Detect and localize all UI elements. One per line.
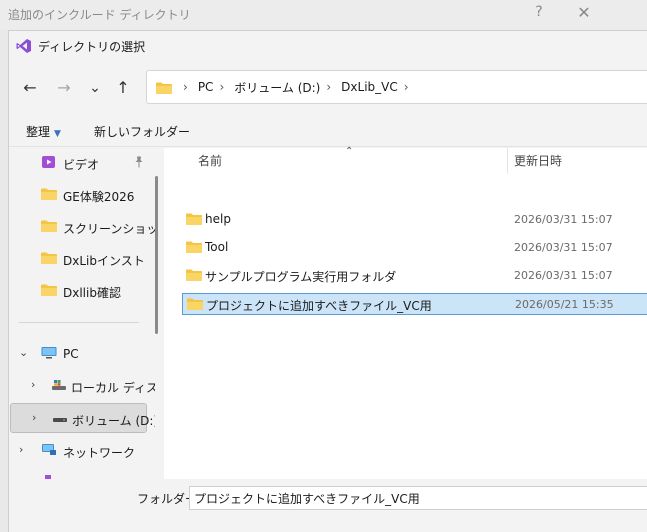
chevron-down-icon[interactable]: ⌄: [19, 346, 28, 359]
nav-item-label: ローカル ディスク: [71, 381, 155, 395]
folder-icon: [41, 220, 57, 232]
folder-icon: [186, 213, 202, 225]
help-button[interactable]: ?: [530, 4, 548, 22]
nav-item-pc[interactable]: ⌄ PC: [9, 339, 155, 369]
nav-item-label: Dxllib確認: [63, 286, 121, 300]
nav-divider: [19, 322, 139, 323]
column-separator[interactable]: [507, 148, 508, 174]
dialog-footer: フォルダー:: [9, 479, 647, 532]
breadcrumb-pc[interactable]: PC: [198, 80, 214, 94]
video-icon: [42, 156, 55, 168]
new-folder-button[interactable]: 新しいフォルダー: [94, 123, 190, 140]
breadcrumb-volume-d[interactable]: ボリューム (D:): [234, 79, 320, 96]
nav-item-label: GE体験2026: [63, 190, 135, 204]
file-row[interactable]: Tool 2026/03/31 15:07: [182, 237, 647, 259]
file-name: プロジェクトに追加すべきファイル_VC用: [206, 299, 432, 313]
forward-button[interactable]: →: [52, 76, 76, 100]
column-name[interactable]: 名前: [198, 152, 222, 169]
navigation-row: ← → ⌄ ↑ › PC › ボリューム (D:) › DxLib_VC ›: [9, 68, 647, 108]
nav-item-dxlib-install[interactable]: DxLibインスト: [9, 244, 155, 274]
nav-item-dxllib-check[interactable]: Dxllib確認: [9, 276, 155, 306]
dialog-title: ディレクトリの選択: [38, 40, 146, 54]
directory-select-dialog: ディレクトリの選択 ← → ⌄ ↑ › PC › ボリューム (D:) › Dx…: [8, 30, 647, 532]
file-date: 2026/03/31 15:07: [514, 241, 613, 254]
pc-icon: [41, 347, 57, 359]
navigation-pane: ビデオ GE体験2026 スクリーンショット DxLibインスト Dxllib確…: [9, 148, 155, 479]
file-name: Tool: [205, 240, 229, 254]
nav-item-label: ネットワーク: [63, 446, 136, 460]
pin-icon: [135, 156, 143, 168]
breadcrumb: › PC › ボリューム (D:) › DxLib_VC ›: [177, 71, 419, 103]
drive-icon: [53, 418, 67, 422]
network-icon: [42, 444, 56, 455]
file-row[interactable]: help 2026/03/31 15:07: [182, 209, 647, 231]
file-list: ⌃ 名前 更新日時 help 2026/03/31 15:07 Tool 202…: [164, 146, 647, 479]
folder-icon: [186, 241, 202, 253]
file-date: 2026/03/31 15:07: [514, 213, 613, 226]
nav-item-label: ボリューム (D:): [72, 414, 155, 428]
column-date-modified[interactable]: 更新日時: [514, 152, 562, 169]
file-date: 2026/03/31 15:07: [514, 269, 613, 282]
nav-pane-scrollbar[interactable]: [155, 176, 158, 334]
chevron-right-icon[interactable]: ›: [32, 411, 36, 424]
breadcrumb-separator: ›: [326, 80, 332, 94]
dialog-titlebar: ディレクトリの選択: [9, 31, 647, 61]
organize-button[interactable]: 整理 ▼: [26, 123, 61, 140]
address-bar[interactable]: › PC › ボリューム (D:) › DxLib_VC ›: [146, 70, 647, 104]
file-row[interactable]: サンプルプログラム実行用フォルダ 2026/03/31 15:07: [182, 265, 647, 287]
nav-item-ge2026[interactable]: GE体験2026: [9, 180, 155, 210]
nav-item-label: DxLibインスト: [63, 254, 145, 268]
back-button[interactable]: ←: [18, 76, 42, 100]
nav-item-local-disk[interactable]: › ローカル ディスク: [9, 371, 155, 401]
folder-icon: [186, 269, 202, 281]
recent-locations-button[interactable]: ⌄: [83, 76, 107, 100]
nav-item-label: PC: [63, 347, 79, 361]
folder-icon: [41, 188, 57, 200]
background-dialog-title: 追加のインクルード ディレクトリ: [8, 8, 191, 22]
folder-icon: [41, 284, 57, 296]
column-header: ⌃ 名前 更新日時: [164, 146, 647, 174]
organize-label: 整理: [26, 125, 51, 139]
nav-item-label: スクリーンショット: [63, 222, 155, 236]
folder-icon: [41, 252, 57, 264]
nav-item-partial: [9, 468, 155, 479]
drive-icon: [52, 380, 66, 390]
folder-name-input[interactable]: [189, 486, 647, 510]
dropdown-caret-icon: ▼: [54, 129, 61, 139]
sort-ascending-icon: ⌃: [345, 146, 354, 157]
folder-icon: [187, 298, 203, 310]
up-button[interactable]: ↑: [111, 76, 135, 100]
breadcrumb-separator: ›: [183, 80, 188, 94]
file-name: help: [205, 212, 231, 226]
close-button[interactable]: ✕: [574, 3, 594, 23]
file-name: サンプルプログラム実行用フォルダ: [205, 270, 397, 284]
breadcrumb-separator: ›: [219, 80, 225, 94]
nav-item-screenshots[interactable]: スクリーンショット: [9, 212, 155, 242]
background-titlebar: 追加のインクルード ディレクトリ ? ✕: [0, 0, 647, 30]
breadcrumb-dxlib-vc[interactable]: DxLib_VC: [341, 80, 398, 94]
chevron-right-icon[interactable]: ›: [31, 378, 35, 391]
visual-studio-icon: [16, 39, 31, 53]
nav-item-volume-d[interactable]: › ボリューム (D:): [10, 403, 155, 433]
chevron-right-icon[interactable]: ›: [19, 443, 23, 456]
file-date: 2026/05/21 15:35: [515, 298, 614, 311]
folder-icon: [156, 82, 172, 94]
breadcrumb-separator: ›: [403, 80, 409, 94]
command-bar: 整理 ▼ 新しいフォルダー: [9, 115, 647, 147]
file-row-selected[interactable]: プロジェクトに追加すべきファイル_VC用 2026/05/21 15:35: [182, 293, 647, 315]
nav-item-network[interactable]: › ネットワーク: [9, 436, 155, 466]
nav-item-label: ビデオ: [63, 158, 100, 172]
nav-item-videos[interactable]: ビデオ: [9, 148, 155, 178]
